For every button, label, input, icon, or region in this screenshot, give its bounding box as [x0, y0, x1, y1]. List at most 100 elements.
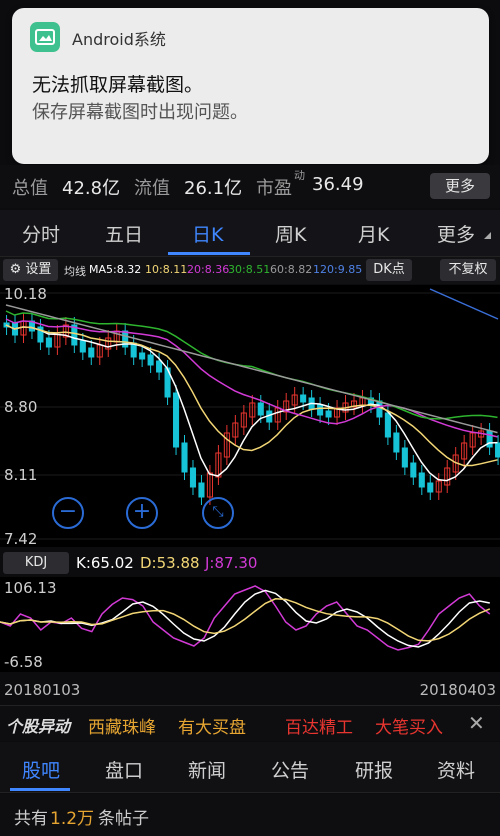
candle-body — [317, 404, 324, 416]
pe-label: 市盈 — [256, 178, 292, 199]
zoom-in-button[interactable]: + — [126, 497, 158, 529]
candlestick-chart[interactable]: 10.18 8.80 8.11 7.42 − + ⤡ — [0, 285, 500, 548]
ma30-value: 30:8.51 — [228, 263, 271, 276]
kdj-j-value: J:87.30 — [205, 554, 258, 572]
pe-dynamic-sup: 动 — [294, 169, 305, 182]
more-stats-button[interactable]: 更多 — [430, 173, 490, 199]
settings-button[interactable]: ⚙ 设置 — [3, 259, 58, 281]
settings-label: 设置 — [25, 262, 52, 277]
total-value: 42.8亿 — [62, 178, 121, 199]
ma10-value: 10:8.11 — [145, 263, 188, 276]
tab-weekly-k[interactable]: 周K — [275, 220, 306, 247]
candle-body — [325, 410, 332, 418]
chart-period-tabs: 分时 五日 日K 周K 月K 更多 — [0, 210, 500, 257]
notification-title: 无法抓取屏幕截图。 — [32, 74, 204, 96]
candle-body — [495, 442, 500, 458]
pe-value: 36.49 — [312, 174, 364, 195]
date-range-row: 20180103 20180403 — [0, 676, 500, 704]
kdj-bottom-label: -6.58 — [4, 653, 43, 671]
candle-body — [79, 340, 86, 353]
candle-body — [257, 402, 264, 416]
plus-icon: + — [132, 499, 152, 524]
tab-monthly-k[interactable]: 月K — [358, 220, 389, 247]
stock-info-tabs: 股吧 盘口 新闻 公告 研报 资料 — [0, 742, 500, 793]
tab-more[interactable]: 更多 — [437, 220, 475, 247]
float-value-label: 流值 — [134, 178, 170, 199]
kdj-svg — [0, 585, 491, 651]
fullscreen-button[interactable]: ⤡ — [202, 497, 234, 529]
candle-body — [376, 400, 383, 418]
post-count-row: 共有 1.2万 条帖子 — [0, 794, 500, 836]
ma20-value: 20:8.36 — [187, 263, 230, 276]
post-count-suffix: 条帖子 — [98, 809, 149, 829]
candle-body — [189, 467, 197, 488]
y-axis-label: 7.42 — [4, 530, 38, 548]
start-date: 20180103 — [4, 681, 81, 699]
tab-order-book[interactable]: 盘口 — [105, 756, 143, 783]
indicator-select-button[interactable]: KDJ — [3, 552, 69, 574]
tab-news[interactable]: 新闻 — [188, 756, 226, 783]
total-value-label: 总值 — [12, 178, 48, 199]
kdj-j-line — [0, 585, 491, 651]
candle-body — [410, 462, 417, 478]
candle-body — [401, 447, 408, 468]
y-axis-label: 8.80 — [4, 398, 38, 416]
screenshot-error-notification[interactable]: Android系统 无法抓取屏幕截图。 保存屏幕截图时出现问题。 — [12, 8, 489, 164]
kdj-chart[interactable]: 106.13 -6.58 — [0, 577, 500, 672]
y-axis-label: 8.11 — [4, 466, 38, 484]
ma5-value: MA5:8.32 — [89, 263, 142, 276]
dk-point-button[interactable]: DK点 — [366, 259, 412, 281]
candle-body — [427, 482, 434, 493]
ma10-line — [5, 324, 498, 467]
candle-body — [300, 394, 307, 403]
tab-profile[interactable]: 资料 — [437, 756, 475, 783]
y-axis-label: 10.18 — [4, 285, 47, 303]
candle-body — [172, 392, 180, 448]
candle-body — [393, 432, 400, 453]
kdj-top-label: 106.13 — [4, 579, 57, 597]
tab-research[interactable]: 研报 — [355, 756, 393, 783]
tab-five-day[interactable]: 五日 — [105, 220, 143, 247]
tab-stock-forum[interactable]: 股吧 — [22, 756, 60, 783]
active-tab-indicator — [168, 252, 250, 255]
candle-body — [384, 412, 391, 438]
ticker-logo: 个股异动 — [6, 717, 71, 736]
expand-icon: ⤡ — [212, 504, 224, 520]
float-value: 26.1亿 — [184, 178, 243, 199]
android-system-app-icon — [30, 22, 60, 52]
tab-announcements[interactable]: 公告 — [271, 756, 309, 783]
ma120-value: 120:9.85 — [313, 263, 363, 276]
stock-alert-ticker[interactable]: 个股异动 西藏珠峰 有大买盘 百达精工 大笔买入 ✕ — [0, 705, 500, 741]
candle-body — [88, 347, 95, 358]
gear-icon: ⚙ — [9, 262, 22, 277]
ticker-item[interactable]: 大笔买入 — [375, 713, 443, 738]
candle-body — [198, 482, 205, 498]
active-tab-indicator — [10, 788, 70, 791]
notification-app-name: Android系统 — [72, 30, 166, 49]
post-count-number: 1.2万 — [50, 809, 95, 829]
kdj-d-value: D:53.88 — [140, 554, 200, 572]
end-date: 20180403 — [419, 681, 496, 699]
tab-daily-k[interactable]: 日K — [192, 220, 223, 247]
ticker-item[interactable]: 百达精工 — [285, 713, 353, 738]
more-corner-icon — [484, 232, 491, 239]
candle-body — [156, 360, 163, 373]
kdj-indicator-bar: KDJ K:65.02 D:53.88 J:87.30 — [0, 550, 500, 577]
close-icon[interactable]: ✕ — [468, 711, 485, 735]
candle-body — [139, 352, 146, 360]
ma-title: 均线 — [64, 265, 86, 278]
ma60-value: 60:8.82 — [270, 263, 313, 276]
ticker-item[interactable]: 西藏珠峰 — [88, 713, 156, 738]
chart-toolbar: ⚙ 设置 均线 MA5:8.32 10:8.11 20:8.36 30:8.51… — [0, 257, 500, 284]
candle-body — [181, 442, 188, 473]
ticker-item[interactable]: 有大买盘 — [178, 713, 246, 738]
zoom-out-button[interactable]: − — [52, 497, 84, 529]
candle-body — [147, 354, 154, 366]
kdj-k-value: K:65.02 — [76, 554, 134, 572]
tab-intraday[interactable]: 分时 — [22, 220, 60, 247]
candle-body — [418, 472, 425, 488]
price-adjust-button[interactable]: 不复权 — [440, 259, 496, 281]
stock-stats-row: 总值 42.8亿 流值 26.1亿 市盈 动 36.49 更多 — [0, 165, 500, 208]
notification-message: 保存屏幕截图时出现问题。 — [32, 102, 248, 123]
minus-icon: − — [58, 499, 78, 524]
